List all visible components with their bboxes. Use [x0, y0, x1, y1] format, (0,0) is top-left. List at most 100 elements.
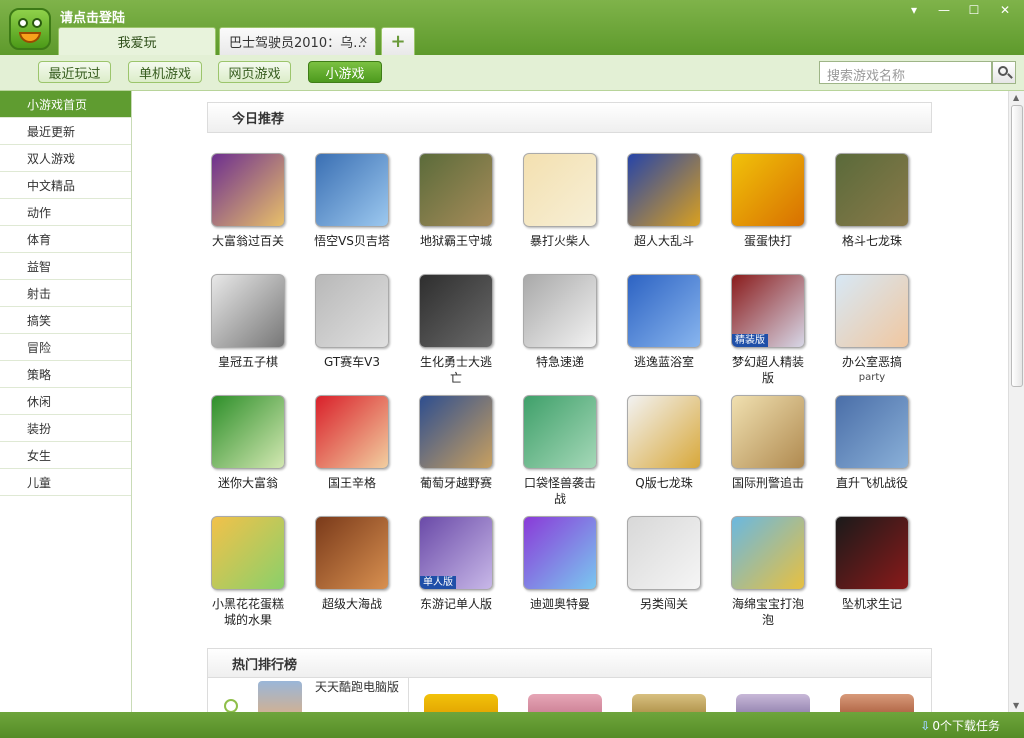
goblin-warriors-icon[interactable]	[419, 153, 493, 227]
scroll-up-icon[interactable]: ▲	[1013, 93, 1019, 102]
single-game-button[interactable]: 单机游戏	[128, 61, 202, 83]
game-name[interactable]: 地狱霸王守城	[406, 233, 506, 249]
tab-bus-driver[interactable]: 巴士驾驶员2010：乌… ✕	[219, 27, 376, 55]
sidebar-item[interactable]: 小游戏首页	[0, 91, 131, 118]
game-card[interactable]: 国际刑警追击	[718, 395, 818, 491]
sketch-scholar-icon[interactable]	[211, 274, 285, 348]
pocket-monster-icon[interactable]	[523, 395, 597, 469]
game-name[interactable]: 办公室恶搞 party	[822, 354, 922, 386]
game-card[interactable]: 另类闯关	[614, 516, 714, 612]
game-name[interactable]: 迪迦奥特曼	[510, 596, 610, 612]
game-name[interactable]: 另类闯关	[614, 596, 714, 612]
game-name[interactable]: 蛋蛋快打	[718, 233, 818, 249]
game-name[interactable]: 梦幻超人精装版	[718, 354, 818, 386]
game-name[interactable]: 迷你大富翁	[198, 475, 298, 491]
hot-game-thumb[interactable]	[258, 681, 302, 712]
game-card[interactable]: 国王辛格	[302, 395, 402, 491]
close-tab-icon[interactable]: ✕	[359, 34, 368, 47]
tab-woaiwan[interactable]: 我爱玩	[58, 27, 216, 55]
sidebar-item[interactable]: 搞笑	[0, 307, 131, 334]
crashed-jet-icon[interactable]	[835, 516, 909, 590]
game-card[interactable]: 生化勇士大逃亡	[406, 274, 506, 386]
pirate-ship-icon[interactable]	[315, 516, 389, 590]
game-card[interactable]: 海绵宝宝打泡泡	[718, 516, 818, 628]
game-card[interactable]: 办公室恶搞 party	[822, 274, 922, 386]
game-name[interactable]: 特急速递	[510, 354, 610, 370]
sidebar-item[interactable]: 儿童	[0, 469, 131, 496]
game-name[interactable]: Q版七龙珠	[614, 475, 714, 491]
office-cartoon-icon[interactable]	[835, 274, 909, 348]
helicopter-icon[interactable]	[835, 395, 909, 469]
game-name[interactable]: 大富翁过百关	[198, 233, 298, 249]
sidebar-item[interactable]: 益智	[0, 253, 131, 280]
search-input[interactable]: 搜索游戏名称	[819, 61, 992, 84]
sponge-cartoon-icon[interactable]	[731, 516, 805, 590]
game-card[interactable]: 精装版梦幻超人精装版	[718, 274, 818, 386]
game-name[interactable]: 坠机求生记	[822, 596, 922, 612]
download-tasks[interactable]: ⇩ 0个下载任务	[920, 717, 1000, 734]
masked-hero-icon[interactable]: 精装版	[731, 274, 805, 348]
police-chase-icon[interactable]	[731, 395, 805, 469]
game-card[interactable]: 直升飞机战役	[822, 395, 922, 491]
game-name[interactable]: 生化勇士大逃亡	[406, 354, 506, 386]
mini-monopoly-icon[interactable]	[211, 395, 285, 469]
king-icon[interactable]	[315, 395, 389, 469]
game-card[interactable]: 葡萄牙越野赛	[406, 395, 506, 491]
game-name[interactable]: 直升飞机战役	[822, 475, 922, 491]
stickman-icon[interactable]	[523, 153, 597, 227]
game-card[interactable]: Q版七龙珠	[614, 395, 714, 491]
egg-fighter-icon[interactable]	[731, 153, 805, 227]
game-name[interactable]: 东游记单人版	[406, 596, 506, 612]
rally-car-icon[interactable]	[419, 395, 493, 469]
close-window-icon[interactable]: ✕	[995, 3, 1015, 19]
pixel-man-icon[interactable]	[627, 516, 701, 590]
vertical-scrollbar[interactable]: ▲ ▼	[1008, 91, 1024, 712]
sidebar-item[interactable]: 中文精品	[0, 172, 131, 199]
game-card[interactable]: 口袋怪兽袭击战	[510, 395, 610, 507]
hot-game-thumb[interactable]	[424, 694, 498, 712]
game-name[interactable]: GT赛车V3	[302, 354, 402, 370]
game-name[interactable]: 格斗七龙珠	[822, 233, 922, 249]
hot-game-name[interactable]: 天天酷跑电脑版	[315, 679, 400, 695]
maximize-icon[interactable]: ☐	[964, 3, 984, 19]
game-card[interactable]: 暴打火柴人	[510, 153, 610, 249]
sidebar-item[interactable]: 冒险	[0, 334, 131, 361]
hot-game-thumb[interactable]	[840, 694, 914, 712]
game-card[interactable]: 迪迦奥特曼	[510, 516, 610, 612]
web-game-button[interactable]: 网页游戏	[218, 61, 291, 83]
sidebar-item[interactable]: 射击	[0, 280, 131, 307]
game-card[interactable]: 格斗七龙珠	[822, 153, 922, 249]
game-card[interactable]: 迷你大富翁	[198, 395, 298, 491]
minimize-icon[interactable]: —	[934, 3, 954, 19]
game-name[interactable]: 超人大乱斗	[614, 233, 714, 249]
dragonball-battle-icon[interactable]	[835, 153, 909, 227]
game-card[interactable]: 特急速递	[510, 274, 610, 370]
cartoon-kids-icon[interactable]	[211, 516, 285, 590]
game-card[interactable]: 蛋蛋快打	[718, 153, 818, 249]
login-link[interactable]: 请点击登陆	[60, 7, 125, 26]
game-name[interactable]: 海绵宝宝打泡泡	[718, 596, 818, 628]
blue-hero-icon[interactable]	[523, 516, 597, 590]
dragonball-logo-icon[interactable]	[627, 395, 701, 469]
game-name[interactable]: 悟空VS贝吉塔	[302, 233, 402, 249]
recent-played-button[interactable]: 最近玩过	[38, 61, 111, 83]
add-tab-button[interactable]: +	[381, 27, 415, 55]
sidebar-item[interactable]: 最近更新	[0, 118, 131, 145]
game-card[interactable]: 皇冠五子棋	[198, 274, 298, 370]
sidebar-item[interactable]: 策略	[0, 361, 131, 388]
search-icon[interactable]	[992, 61, 1016, 84]
game-name[interactable]: 国王辛格	[302, 475, 402, 491]
robot-hero-icon[interactable]	[627, 153, 701, 227]
hot-game-thumb[interactable]	[736, 694, 810, 712]
game-name[interactable]: 小黑花花蛋糕 城的水果	[198, 596, 298, 628]
game-card[interactable]: 单人版 东游记单人版	[406, 516, 506, 612]
sidebar-item[interactable]: 休闲	[0, 388, 131, 415]
game-name[interactable]: 暴打火柴人	[510, 233, 610, 249]
game-card[interactable]: 超级大海战	[302, 516, 402, 612]
bullet-train-icon[interactable]	[523, 274, 597, 348]
dark-soldier-icon[interactable]	[419, 274, 493, 348]
anime-girl-icon[interactable]: 单人版	[419, 516, 493, 590]
game-name[interactable]: 口袋怪兽袭击战	[510, 475, 610, 507]
sidebar-item[interactable]: 双人游戏	[0, 145, 131, 172]
blue-bathroom-icon[interactable]	[627, 274, 701, 348]
